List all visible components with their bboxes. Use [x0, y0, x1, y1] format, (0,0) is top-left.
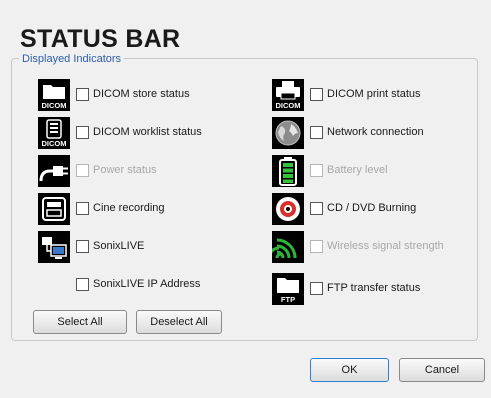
svg-text:FTP: FTP	[281, 295, 295, 304]
svg-text:DICOM: DICOM	[276, 101, 301, 110]
cine-recording-icon	[38, 193, 70, 225]
indicator-battery: Battery level	[272, 155, 482, 187]
sonixlive-ip-checkbox[interactable]	[76, 278, 89, 291]
battery-checkbox	[310, 164, 323, 177]
dicom-store-label: DICOM store status	[93, 88, 190, 100]
sonixlive-label: SonixLIVE	[93, 240, 145, 252]
power-checkbox	[76, 164, 89, 177]
indicator-power: Power status	[38, 155, 268, 187]
indicator-network: Network connection	[272, 117, 482, 149]
indicator-dicom-worklist: DICOM DICOM worklist status	[38, 117, 268, 149]
dicom-worklist-checkbox[interactable]	[76, 126, 89, 139]
ftp-folder-icon: FTP	[272, 273, 304, 305]
globe-icon	[272, 117, 304, 149]
dicom-worklist-label: DICOM worklist status	[93, 126, 202, 138]
dicom-store-icon: DICOM	[38, 79, 70, 111]
dicom-print-label: DICOM print status	[327, 88, 421, 100]
indicator-cd-dvd: CD / DVD Burning	[272, 193, 482, 225]
power-label: Power status	[93, 164, 157, 176]
power-plug-icon	[38, 155, 70, 187]
svg-text:DICOM: DICOM	[42, 139, 67, 148]
ftp-label: FTP transfer status	[327, 282, 421, 294]
battery-label: Battery level	[327, 164, 388, 176]
wireless-label: Wireless signal strength	[327, 240, 444, 252]
group-label: Displayed Indicators	[19, 53, 125, 65]
network-label: Network connection	[327, 126, 424, 138]
sonixlive-checkbox[interactable]	[76, 240, 89, 253]
network-checkbox[interactable]	[310, 126, 323, 139]
cd-dvd-checkbox[interactable]	[310, 202, 323, 215]
dicom-print-icon: DICOM	[272, 79, 304, 111]
indicator-dicom-print: DICOM DICOM print status	[272, 79, 482, 111]
deselect-all-button[interactable]: Deselect All	[136, 310, 222, 334]
cine-label: Cine recording	[93, 202, 165, 214]
sonixlive-ip-label: SonixLIVE IP Address	[93, 278, 201, 290]
indicator-wireless: Wireless signal strength	[272, 231, 482, 263]
dicom-print-checkbox[interactable]	[310, 88, 323, 101]
ftp-checkbox[interactable]	[310, 282, 323, 295]
disc-icon	[272, 193, 304, 225]
cine-checkbox[interactable]	[76, 202, 89, 215]
dicom-worklist-icon: DICOM	[38, 117, 70, 149]
battery-icon	[272, 155, 304, 187]
select-all-button[interactable]: Select All	[33, 310, 127, 334]
wireless-checkbox	[310, 240, 323, 253]
cancel-button[interactable]: Cancel	[399, 358, 485, 382]
svg-text:DICOM: DICOM	[42, 101, 67, 110]
sonixlive-icon	[38, 231, 70, 263]
indicator-sonixlive-ip: SonixLIVE IP Address	[38, 269, 268, 301]
indicator-ftp: FTP FTP transfer status	[272, 273, 482, 305]
wireless-signal-icon	[272, 231, 304, 263]
indicator-cine: Cine recording	[38, 193, 268, 225]
indicator-sonixlive: SonixLIVE	[38, 231, 268, 263]
dicom-store-checkbox[interactable]	[76, 88, 89, 101]
indicator-dicom-store: DICOM DICOM store status	[38, 79, 268, 111]
dialog-title: STATUS BAR	[20, 25, 181, 53]
ok-button[interactable]: OK	[310, 358, 389, 382]
cd-dvd-label: CD / DVD Burning	[327, 202, 417, 214]
